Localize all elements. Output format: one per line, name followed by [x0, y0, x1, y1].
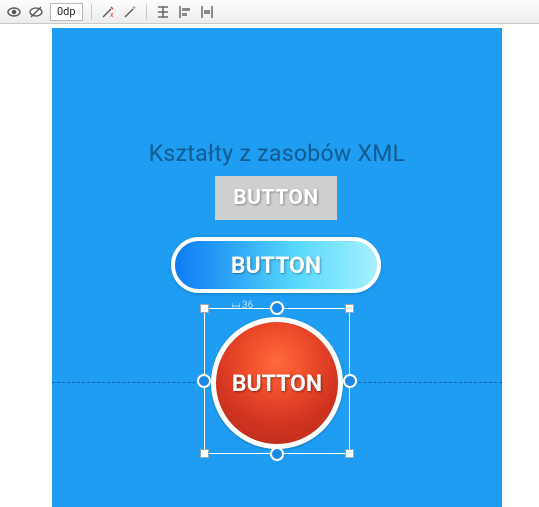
margin-indicator: 36: [232, 300, 253, 311]
resize-handle-top-left[interactable]: [200, 304, 209, 313]
viewport-size-field[interactable]: 0dp: [50, 3, 83, 21]
toolbar-separator: [91, 4, 92, 20]
button-label: BUTTON: [233, 186, 318, 210]
constraint-handle-bottom[interactable]: [270, 447, 284, 461]
button-label: BUTTON: [232, 370, 322, 397]
button-label: BUTTON: [231, 252, 321, 279]
design-surface[interactable]: Kształty z zasobów XML BUTTON BUTTON BUT…: [0, 24, 539, 507]
distribute-vertical-icon[interactable]: [153, 2, 173, 22]
margin-value: 36: [242, 300, 253, 311]
button-circle-gradient[interactable]: BUTTON: [211, 317, 343, 449]
editor-toolbar: 0dp x: [0, 0, 539, 24]
strike-eye-icon[interactable]: [26, 2, 46, 22]
constraint-handle-right[interactable]: [343, 374, 357, 388]
resize-handle-bottom-right[interactable]: [345, 449, 354, 458]
constraint-handle-top[interactable]: [270, 301, 284, 315]
wand-x-icon[interactable]: x: [98, 2, 118, 22]
align-left-icon[interactable]: [175, 2, 195, 22]
resize-handle-top-right[interactable]: [345, 304, 354, 313]
wand-icon[interactable]: [120, 2, 140, 22]
button-plain[interactable]: BUTTON: [215, 176, 337, 220]
device-canvas[interactable]: Kształty z zasobów XML BUTTON BUTTON BUT…: [52, 28, 502, 507]
resize-handle-bottom-left[interactable]: [200, 449, 209, 458]
svg-text:x: x: [110, 11, 114, 19]
heading-text: Kształty z zasobów XML: [52, 140, 502, 167]
eye-icon[interactable]: [4, 2, 24, 22]
button-pill-gradient[interactable]: BUTTON: [171, 237, 381, 293]
align-vertical-center-icon[interactable]: [197, 2, 217, 22]
constraint-handle-left[interactable]: [197, 374, 211, 388]
toolbar-separator: [146, 4, 147, 20]
